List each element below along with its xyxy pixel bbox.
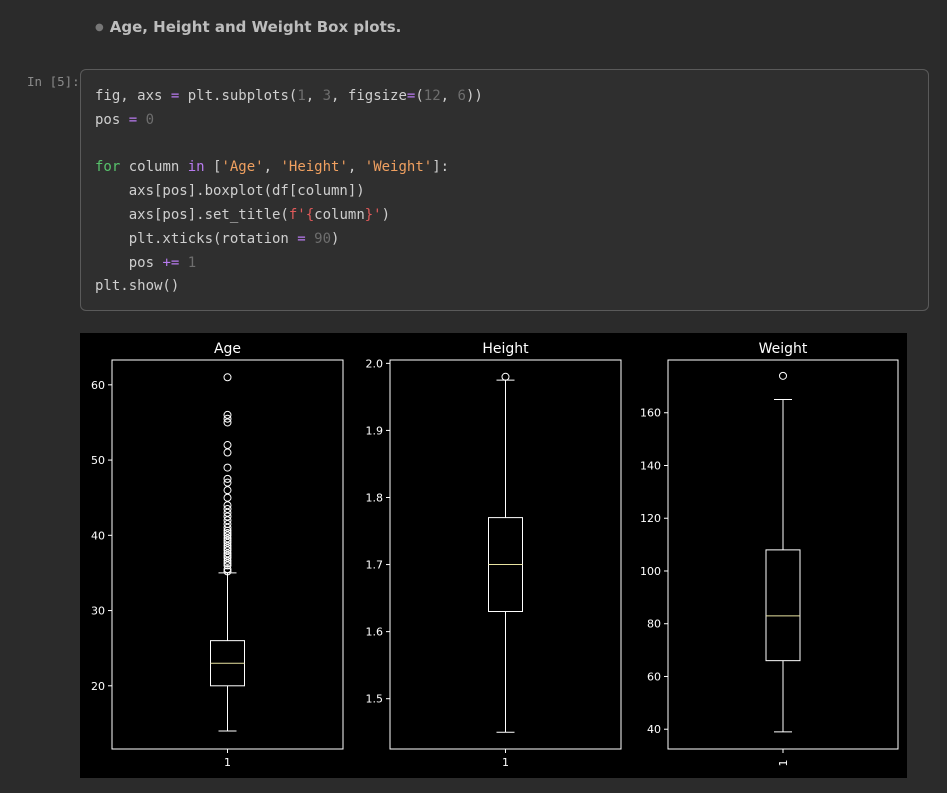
code-token: 1 <box>187 254 197 271</box>
code-line: fig, axs = plt.subplots(1, 3, figsize=(1… <box>95 85 483 109</box>
y-tick-label: 1.8 <box>366 491 384 504</box>
output-area: Age 20 30 40 50 60 1 Height 1.5 1.6 1.7 1.8 1.9 2.0 1 W… <box>80 333 907 778</box>
markdown-heading: Age, Height and Weight Box plots. <box>109 18 402 36</box>
code-token: 12 <box>423 88 441 104</box>
code-token: , <box>263 159 281 176</box>
y-tick-label: 50 <box>91 454 105 467</box>
code-token: column <box>120 159 188 176</box>
code-token: 'Height' <box>280 159 348 176</box>
cell-prompt: In [5]: <box>27 74 80 89</box>
code-token: , figsize <box>331 88 407 104</box>
outlier-point <box>223 493 232 502</box>
code-token: ) <box>381 206 391 223</box>
outlier-point <box>223 463 232 472</box>
code-editor[interactable]: fig, axs = plt.subplots(1, 3, figsize=(1… <box>95 85 483 299</box>
outlier-point <box>501 372 510 381</box>
code-token: in <box>187 159 205 176</box>
y-tick-label: 1.6 <box>366 626 384 639</box>
code-token: , <box>305 88 323 104</box>
code-token: ]: <box>432 159 450 176</box>
y-tick-label: 2.0 <box>366 357 384 370</box>
boxplot-figure: Age20304050601Height1.51.61.71.81.92.01W… <box>91 341 899 769</box>
code-cell[interactable]: fig, axs = plt.subplots(1, 3, figsize=(1… <box>80 69 929 311</box>
y-tick-label: 120 <box>640 512 661 525</box>
subplot-age: Age 20 30 40 50 60 1 <box>91 341 344 769</box>
outlier-point <box>223 441 232 450</box>
code-token: += <box>162 254 180 271</box>
code-token: axs[pos].boxplot(df[column]) <box>95 183 365 200</box>
code-token: )) <box>465 88 483 104</box>
y-tick-label: 80 <box>647 618 661 631</box>
code-token: , <box>440 88 458 104</box>
code-token: 3 <box>322 88 332 104</box>
code-token: plt.xticks(rotation <box>95 230 298 247</box>
code-token: 'Weight' <box>364 159 433 176</box>
y-tick-label: 1.7 <box>366 559 384 572</box>
code-token: for <box>95 159 121 176</box>
outlier-point <box>779 371 787 380</box>
x-tick-label: 1 <box>224 756 231 769</box>
code-line: for column in ['Age', 'Height', 'Weight'… <box>95 156 483 180</box>
y-tick-label: 1.5 <box>366 693 384 706</box>
code-token: plt.subplots( <box>179 88 298 104</box>
subplot-title: Age <box>214 341 241 357</box>
y-tick-label: 100 <box>640 565 661 578</box>
y-tick-label: 160 <box>640 407 661 420</box>
code-token: plt.show() <box>95 278 180 295</box>
subplot-weight: Weight 40 60 80 100 120 140 160 1 <box>640 341 899 767</box>
markdown-cell: ● Age, Height and Weight Box plots. <box>95 18 401 36</box>
code-token: = <box>128 111 138 128</box>
code-token: pos <box>95 254 163 271</box>
code-token: , <box>347 159 365 176</box>
y-tick-label: 60 <box>647 670 661 683</box>
y-tick-label: 30 <box>91 605 105 618</box>
code-token: 0 <box>145 111 155 128</box>
subplot-title: Weight <box>759 341 808 357</box>
outlier-point <box>223 448 232 457</box>
y-tick-label: 60 <box>91 379 105 392</box>
code-token: f'{ <box>288 206 315 223</box>
y-tick-label: 140 <box>640 459 661 472</box>
code-token: }' <box>364 206 382 223</box>
subplot-height: Height 1.5 1.6 1.7 1.8 1.9 2.0 1 <box>366 341 622 769</box>
code-token: axs[pos].set_title( <box>95 206 289 223</box>
code-token: column <box>314 206 365 223</box>
outlier-point <box>223 373 232 382</box>
code-line: pos = 0 <box>95 109 483 133</box>
code-token: 90 <box>314 230 332 247</box>
y-tick-label: 40 <box>647 723 661 736</box>
code-token: [ <box>204 159 222 176</box>
subplot-title: Height <box>482 341 529 357</box>
bullet-icon: ● <box>95 21 104 33</box>
code-token: fig, axs <box>95 88 171 104</box>
code-token: = <box>297 230 306 247</box>
outlier-point <box>223 486 232 495</box>
code-line: plt.show() <box>95 275 483 299</box>
x-tick-label: 1 <box>502 756 509 769</box>
y-tick-label: 40 <box>91 529 105 542</box>
y-tick-label: 20 <box>91 680 105 693</box>
code-token: ( <box>415 88 424 104</box>
code-token: ) <box>331 230 340 247</box>
code-token: 6 <box>457 88 466 104</box>
code-line: plt.xticks(rotation = 90) <box>95 228 483 252</box>
x-tick-label: 1 <box>777 760 790 767</box>
code-line: axs[pos].boxplot(df[column]) <box>95 180 483 204</box>
code-line: axs[pos].set_title(f'{column}') <box>95 204 483 228</box>
code-line: pos += 1 <box>95 252 483 276</box>
code-token: 1 <box>297 88 306 104</box>
y-tick-label: 1.9 <box>366 424 384 437</box>
code-token: 'Age' <box>221 159 264 176</box>
code-token: pos <box>95 111 129 128</box>
iqr-box <box>765 549 801 662</box>
